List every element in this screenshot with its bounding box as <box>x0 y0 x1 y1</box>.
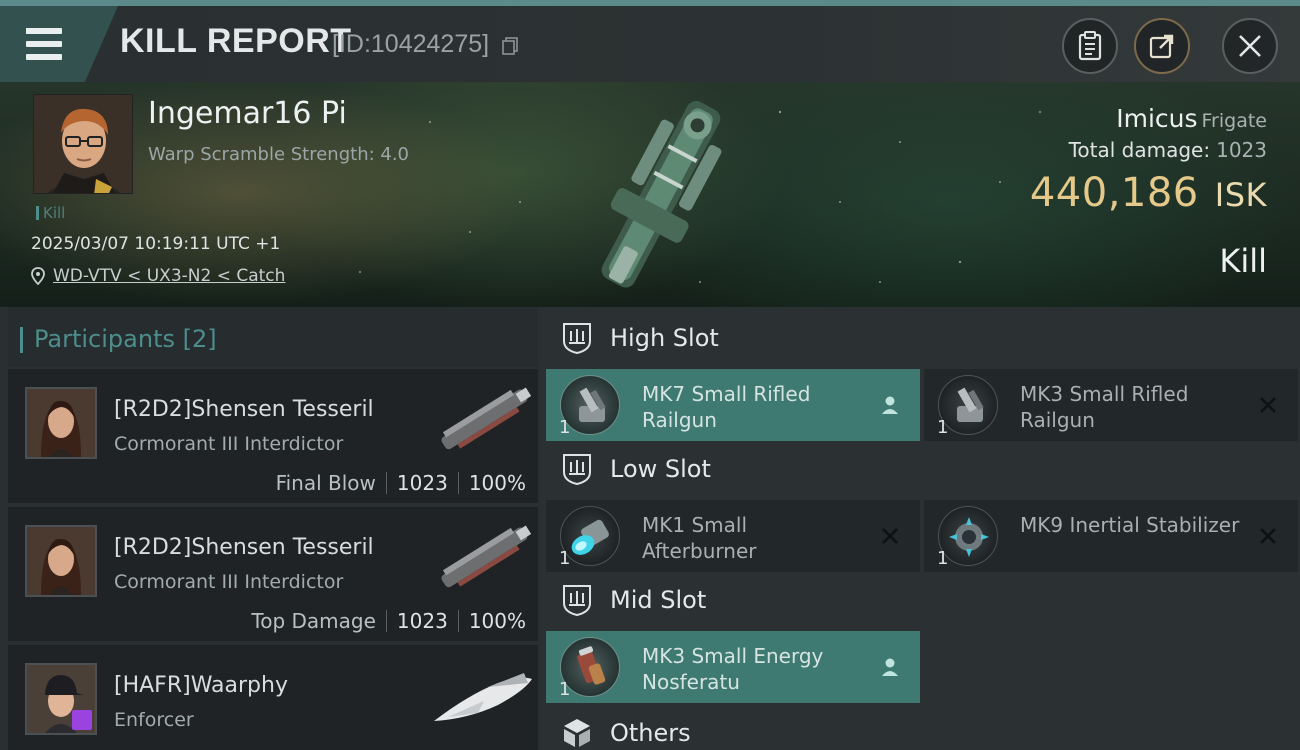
warp-scramble-strength: Warp Scramble Strength: 4.0 <box>148 144 410 165</box>
participant-tag: Final Blow <box>275 471 376 495</box>
user-icon <box>882 396 898 414</box>
participant-ship-image <box>441 525 532 588</box>
victim-panel: Ingemar16 Pi Warp Scramble Strength: 4.0… <box>0 82 1300 307</box>
victim-ship-image <box>601 101 722 288</box>
victim-ship: Imicus Frigate <box>1116 104 1267 133</box>
participant-ship-image <box>441 387 532 450</box>
module-card[interactable]: 1 MK3 Small Energy Nosferatu <box>546 631 920 703</box>
module-name: MK3 Small Rifled Railgun <box>1020 382 1189 432</box>
low-slot-icon <box>563 454 591 486</box>
participant-avatar <box>25 387 97 459</box>
close-icon <box>1239 35 1261 57</box>
participant-damage: 1023 <box>396 609 448 633</box>
page-title: KILL REPORT <box>120 22 352 60</box>
participant-ship: Enforcer <box>114 709 194 731</box>
others-title: Others <box>610 719 691 747</box>
participant-damage: 1023 <box>396 471 448 495</box>
module-quantity: 1 <box>559 417 571 438</box>
mid-slot-title: Mid Slot <box>610 586 707 614</box>
location-link[interactable]: WD-VTV < UX3-N2 < Catch <box>31 266 285 286</box>
participant-avatar <box>25 663 97 735</box>
participant-avatar <box>25 525 97 597</box>
participant-name: [HAFR]Waarphy <box>114 673 288 698</box>
participant-row[interactable]: [R2D2]Shensen Tesseril Cormorant III Int… <box>8 369 538 503</box>
ship-class: Frigate <box>1201 110 1267 132</box>
close-icon <box>882 528 898 544</box>
portrait-image <box>34 95 132 193</box>
ship-name: Imicus <box>1116 104 1198 133</box>
participant-ship: Cormorant III Interdictor <box>114 571 344 593</box>
module-name: MK9 Inertial Stabilizer <box>1020 513 1240 537</box>
close-icon <box>1260 397 1276 413</box>
participant-name: [R2D2]Shensen Tesseril <box>114 397 374 422</box>
high-slot-header: High Slot <box>560 321 719 355</box>
module-card[interactable]: 1 MK9 Inertial Stabilizer <box>924 500 1298 572</box>
isk-amount: 440,186 <box>1029 170 1199 216</box>
close-icon <box>1260 528 1276 544</box>
module-quantity: 1 <box>937 417 949 438</box>
kill-datetime: 2025/03/07 10:19:11 UTC +1 <box>31 234 281 254</box>
participant-percent: 100% <box>468 471 526 495</box>
fitting-panel: High Slot 1 MK7 Small Rifled Railgun 1 M… <box>542 307 1300 750</box>
high-slot-icon <box>563 323 591 355</box>
close-button[interactable] <box>1222 18 1278 74</box>
share-button[interactable] <box>1134 18 1190 74</box>
module-card[interactable]: 1 MK1 Small Afterburner <box>546 500 920 572</box>
total-damage: Total damage: 1023 <box>1069 138 1267 162</box>
victim-avatar[interactable] <box>33 94 133 194</box>
user-icon <box>882 658 898 676</box>
module-name: MK7 Small Rifled Railgun <box>642 382 811 432</box>
report-id: [ID:10424275] <box>332 30 490 58</box>
divider <box>385 472 387 494</box>
copy-icon[interactable] <box>502 37 518 55</box>
module-name: MK1 Small Afterburner <box>642 513 757 563</box>
module-name: MK3 Small Energy Nosferatu <box>642 644 824 694</box>
mid-slot-icon <box>563 585 591 617</box>
participant-stats: Top Damage 1023 100% <box>251 609 526 633</box>
participant-row[interactable]: [HAFR]Waarphy Enforcer <box>8 645 538 750</box>
victim-name: Ingemar16 Pi <box>148 96 347 131</box>
location-text: WD-VTV < UX3-N2 < Catch <box>53 266 286 286</box>
participant-ship: Cormorant III Interdictor <box>114 433 344 455</box>
others-header: Others <box>560 716 691 750</box>
divider <box>385 610 387 632</box>
module-card[interactable]: 1 MK7 Small Rifled Railgun <box>546 369 920 441</box>
participants-header: Participants [2] <box>8 307 538 367</box>
role-badge <box>72 710 92 730</box>
hamburger-icon <box>26 28 64 62</box>
cube-icon <box>564 719 590 747</box>
participant-stats: Final Blow 1023 100% <box>276 471 526 495</box>
module-card[interactable]: 1 MK3 Small Rifled Railgun <box>924 369 1298 441</box>
participant-ship-image <box>434 673 532 721</box>
participant-percent: 100% <box>468 609 526 633</box>
kill-result: Kill <box>1219 242 1267 280</box>
share-icon <box>1149 34 1174 59</box>
participant-tag: Top Damage <box>251 609 376 633</box>
participants-title: Participants [2] <box>20 325 217 353</box>
total-damage-value: 1023 <box>1216 138 1267 162</box>
participants-panel: Participants [2] [R2D2]Shensen Tesseril … <box>0 307 542 750</box>
clipboard-button[interactable] <box>1062 18 1118 74</box>
low-slot-title: Low Slot <box>610 455 711 483</box>
participant-name: [R2D2]Shensen Tesseril <box>114 535 374 560</box>
module-quantity: 1 <box>559 679 571 700</box>
module-quantity: 1 <box>937 548 949 569</box>
high-slot-title: High Slot <box>610 324 719 352</box>
total-damage-label: Total damage: <box>1068 138 1211 162</box>
divider <box>457 610 459 632</box>
divider <box>457 472 459 494</box>
kill-tag: Kill <box>36 204 65 222</box>
participant-row[interactable]: [R2D2]Shensen Tesseril Cormorant III Int… <box>8 507 538 641</box>
isk-unit: ISK <box>1214 176 1267 214</box>
clipboard-icon <box>1078 31 1102 61</box>
mid-slot-header: Mid Slot <box>560 583 706 617</box>
module-quantity: 1 <box>559 548 571 569</box>
location-pin-icon <box>31 267 45 285</box>
low-slot-header: Low Slot <box>560 452 711 486</box>
isk-value: 440,186 ISK <box>1030 170 1267 216</box>
